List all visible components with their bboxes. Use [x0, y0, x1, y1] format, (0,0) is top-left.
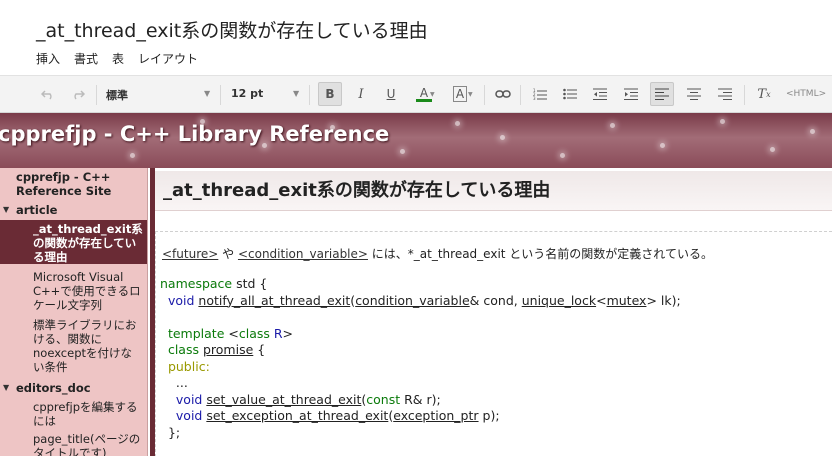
chevron-down-icon: ▼	[204, 89, 211, 98]
condition-variable-link[interactable]: <condition_variable>	[238, 247, 368, 261]
sidebar-item-noexcept[interactable]: 標準ライブラリにおける、関数にnoexceptを付けない条件	[33, 318, 143, 374]
increase-indent-icon[interactable]	[619, 82, 643, 106]
redo-icon[interactable]	[66, 82, 90, 106]
menu-insert[interactable]: 挿入	[36, 50, 60, 67]
html-mode-button[interactable]: <HTML>	[786, 89, 826, 99]
expand-triangle-icon[interactable]: ▼	[3, 205, 9, 214]
toolbar-separator	[484, 85, 485, 105]
chevron-down-icon: ▼	[468, 91, 473, 98]
underline-icon[interactable]: U	[379, 82, 403, 106]
toolbar-separator	[309, 85, 310, 105]
bulleted-list-icon[interactable]	[558, 82, 582, 106]
font-size-select[interactable]: 12 pt	[231, 87, 263, 100]
sidebar-item-page-title[interactable]: page_title(ページのタイトルです)	[33, 432, 143, 456]
align-center-icon[interactable]	[682, 82, 706, 106]
document-title[interactable]: _at_thread_exit系の関数が存在している理由	[36, 16, 428, 43]
undo-icon[interactable]	[36, 82, 60, 106]
sidebar-item-article[interactable]: article	[16, 203, 57, 217]
italic-icon[interactable]: I	[349, 82, 373, 106]
align-left-icon[interactable]	[650, 82, 674, 106]
future-link[interactable]: <future>	[162, 247, 218, 261]
toolbar-separator	[520, 85, 521, 105]
page-heading: _at_thread_exit系の関数が存在している理由	[163, 180, 551, 201]
link-icon[interactable]	[491, 82, 515, 106]
toolbar: 標準 ▼ 12 pt ▼ B I U A ▼ A ▼ 123 Tx <HTML>	[0, 75, 832, 113]
banner-title: cpprefjp - C++ Library Reference	[0, 122, 390, 146]
sidebar-item-editors-doc[interactable]: editors_doc	[16, 381, 91, 395]
chevron-down-icon: ▼	[293, 89, 300, 98]
menu-table[interactable]: 表	[112, 50, 124, 67]
sidebar-item-active[interactable]: _at_thread_exit系の関数が存在している理由	[33, 222, 143, 264]
menu-bar: 挿入 書式 表 レイアウト	[36, 50, 198, 67]
svg-text:3: 3	[533, 96, 536, 100]
clear-formatting-icon[interactable]: Tx	[752, 82, 776, 106]
intro-paragraph: <future> や <condition_variable> には、*_at_…	[162, 247, 713, 261]
sidebar-item-edit[interactable]: cpprefjpを編集するには	[33, 400, 143, 428]
numbered-list-icon[interactable]: 123	[528, 82, 552, 106]
style-select[interactable]: 標準	[106, 87, 128, 103]
sidebar-site-link[interactable]: cpprefjp - C++ Reference Site	[16, 170, 136, 198]
bold-icon[interactable]: B	[318, 82, 342, 106]
editor-content[interactable]: cpprefjp - C++ Library Reference cpprefj…	[0, 113, 832, 456]
sidebar-item-msvc[interactable]: Microsoft Visual C++で使用できるロケール文字列	[33, 270, 143, 312]
menu-layout[interactable]: レイアウト	[138, 50, 198, 67]
sidebar: cpprefjp - C++ Reference Site ▼ article …	[0, 168, 148, 456]
chevron-down-icon: ▼	[430, 91, 435, 98]
site-banner: cpprefjp - C++ Library Reference	[0, 113, 832, 168]
toolbar-separator	[744, 85, 745, 105]
menu-format[interactable]: 書式	[74, 50, 98, 67]
align-right-icon[interactable]	[713, 82, 737, 106]
toolbar-separator	[96, 85, 97, 105]
expand-triangle-icon[interactable]: ▼	[3, 383, 9, 392]
toolbar-separator	[220, 85, 221, 105]
decrease-indent-icon[interactable]	[588, 82, 612, 106]
code-block: namespace std { void notify_all_at_threa…	[160, 276, 681, 440]
